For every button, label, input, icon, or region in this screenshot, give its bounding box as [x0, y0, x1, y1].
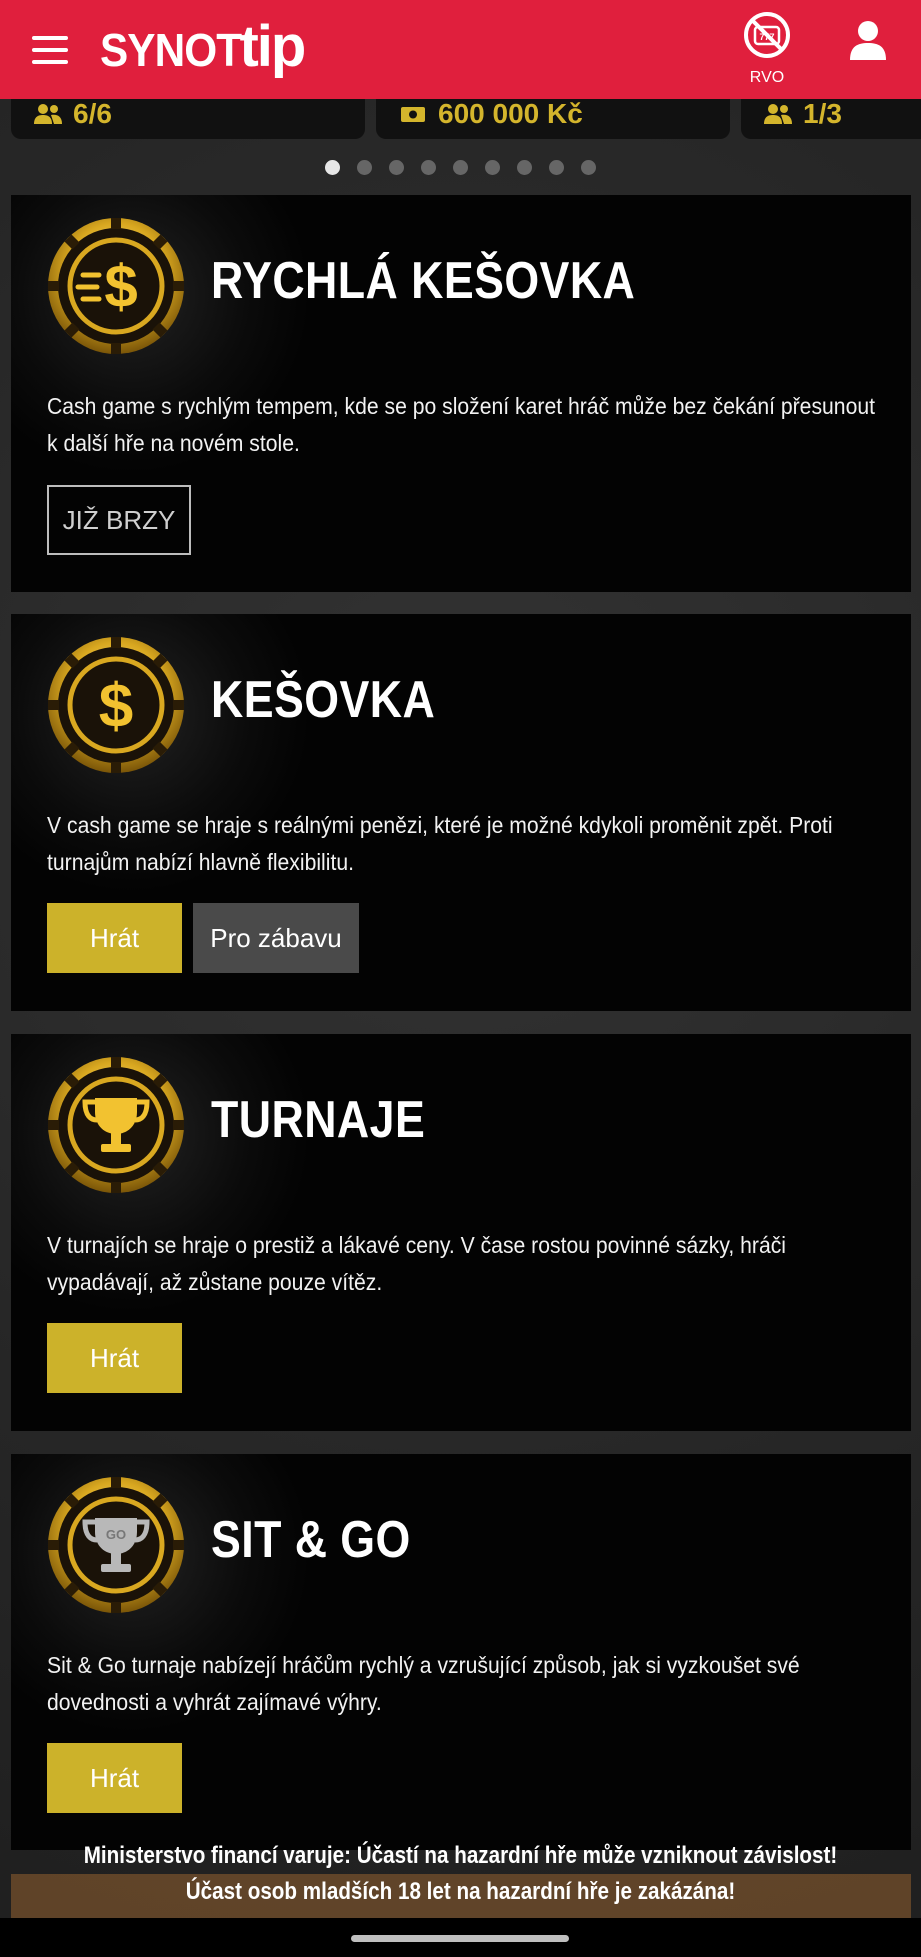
dollar-chip-icon: $	[48, 637, 184, 773]
carousel-dot[interactable]	[389, 160, 404, 175]
logo-text-synot: SYNOT	[100, 24, 242, 76]
carousel-dot[interactable]	[549, 160, 564, 175]
carousel-dot[interactable]	[581, 160, 596, 175]
gambling-warning: Ministerstvo financí varuje: Účastí na h…	[0, 1838, 921, 1910]
sitgo-trophy-chip-icon: GO	[48, 1477, 184, 1613]
play-for-fun-button[interactable]: Pro zábavu	[193, 903, 359, 973]
featured-card[interactable]: 600 000 Kč	[376, 99, 730, 139]
carousel-dot[interactable]	[357, 160, 372, 175]
carousel-dots	[0, 160, 921, 176]
svg-text:GO: GO	[106, 1527, 126, 1542]
card-actions: Hrát Pro zábavu	[47, 903, 359, 973]
rvo-button[interactable]: 777 RVO	[738, 10, 796, 90]
system-nav-bar	[0, 1918, 921, 1957]
users-icon	[764, 104, 792, 124]
fast-dollar-chip-icon: $	[48, 218, 184, 354]
game-card-rychla-kesovka: $ RYCHLÁ KEŠOVKA Cash game s rychlým tem…	[11, 195, 911, 592]
trophy-chip-icon	[48, 1057, 184, 1193]
featured-card[interactable]: 1/3	[741, 99, 921, 139]
carousel-dot[interactable]	[517, 160, 532, 175]
synottip-logo[interactable]: SYNOT tip	[100, 14, 306, 80]
users-icon	[34, 104, 62, 124]
warning-line-1: Ministerstvo financí varuje: Účastí na h…	[83, 1842, 838, 1869]
page: SYNOT tip 777 RVO 6/6	[0, 0, 921, 1957]
game-card-turnaje: TURNAJE V turnajích se hraje o prestiž a…	[11, 1034, 911, 1431]
featured-card-value: 600 000 Kč	[438, 99, 583, 129]
carousel-dot[interactable]	[325, 160, 340, 175]
svg-text:$: $	[99, 672, 133, 741]
card-description: V turnajích se hraje o prestiž a lákavé …	[47, 1232, 787, 1295]
carousel-dot[interactable]	[453, 160, 468, 175]
carousel-dot[interactable]	[421, 160, 436, 175]
coming-soon-button[interactable]: JIŽ BRZY	[47, 485, 191, 555]
top-header: SYNOT tip 777 RVO	[0, 0, 921, 99]
play-button[interactable]: Hrát	[47, 1743, 182, 1813]
card-title: TURNAJE	[211, 1091, 426, 1149]
card-description: V cash game se hraje s reálnými penězi, …	[47, 812, 833, 875]
carousel-dot[interactable]	[485, 160, 500, 175]
card-actions: JIŽ BRZY	[47, 485, 191, 555]
rvo-label: RVO	[749, 69, 785, 86]
menu-icon[interactable]	[32, 36, 68, 64]
card-description: Cash game s rychlým tempem, kde se po sl…	[47, 393, 875, 456]
play-button[interactable]: Hrát	[47, 1323, 182, 1393]
game-card-kesovka: $ KEŠOVKA V cash game se hraje s reálným…	[11, 614, 911, 1011]
card-title: SIT & GO	[211, 1511, 411, 1569]
featured-carousel[interactable]: 6/6 600 000 Kč 1/3	[0, 99, 921, 141]
card-actions: Hrát	[47, 1323, 182, 1393]
svg-text:$: $	[104, 253, 137, 320]
game-card-sit-and-go: GO SIT & GO Sit & Go turnaje nabízejí hr…	[11, 1454, 911, 1850]
card-actions: Hrát	[47, 1743, 182, 1813]
featured-card-value: 1/3	[803, 99, 842, 129]
featured-card-value: 6/6	[73, 99, 112, 129]
warning-line-2: Účast osob mladších 18 let na hazardní h…	[185, 1878, 736, 1905]
featured-card[interactable]: 6/6	[11, 99, 365, 139]
play-button[interactable]: Hrát	[47, 903, 182, 973]
card-description: Sit & Go turnaje nabízejí hráčům rychlý …	[47, 1652, 800, 1715]
no-gambling-icon: 777	[744, 12, 790, 58]
home-indicator[interactable]	[351, 1935, 569, 1942]
card-title: KEŠOVKA	[211, 671, 436, 729]
logo-text-tip: tip	[239, 14, 306, 79]
cash-icon	[401, 107, 425, 122]
user-account-icon[interactable]	[846, 18, 890, 62]
card-title: RYCHLÁ KEŠOVKA	[211, 252, 636, 310]
